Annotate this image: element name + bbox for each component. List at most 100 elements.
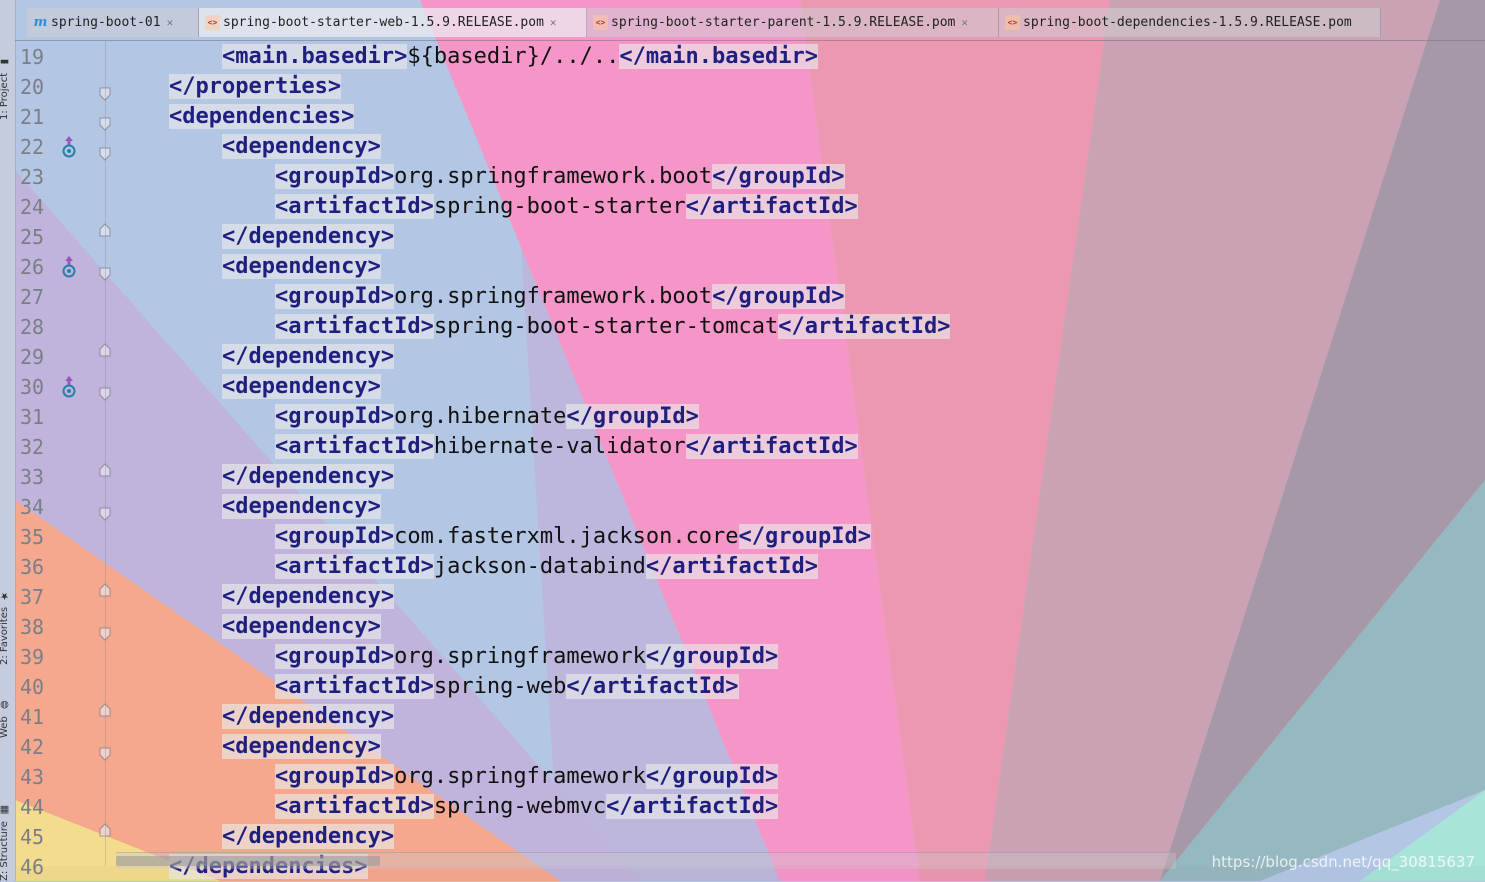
tab-spring-boot-dependencies-pom[interactable]: <> spring-boot-dependencies-1.5.9.RELEAS… — [999, 8, 1381, 37]
fold-guide-line — [105, 41, 106, 866]
scrollbar-thumb[interactable] — [116, 856, 380, 866]
xml-text-value: ${basedir}/../.. — [407, 44, 620, 69]
code-line[interactable]: </properties> — [116, 72, 342, 102]
code-line[interactable]: <dependency> — [116, 372, 381, 402]
folder-icon: ▬ — [0, 55, 10, 67]
line-number: 42 — [20, 735, 45, 759]
code-line[interactable]: <dependency> — [116, 132, 381, 162]
line-number: 21 — [20, 105, 45, 129]
code-line[interactable]: <artifactId>hibernate-validator</artifac… — [116, 432, 858, 462]
code-line[interactable]: <dependency> — [116, 492, 381, 522]
tool-window-web[interactable]: Web ◍ — [0, 690, 15, 738]
implemented-marker-icon[interactable] — [60, 372, 78, 402]
code-line[interactable]: </dependency> — [116, 822, 395, 852]
code-line[interactable]: </dependency> — [116, 582, 395, 612]
code-line[interactable]: <artifactId>jackson-databind</artifactId… — [116, 552, 819, 582]
xml-tag: <artifactId> — [274, 314, 434, 339]
code-line[interactable]: <main.basedir>${basedir}/../..</main.bas… — [116, 42, 819, 72]
tool-window-structure[interactable]: Z: Structure ▦ — [0, 770, 15, 881]
xml-tag: </artifactId> — [685, 434, 858, 459]
xml-tag: <artifactId> — [274, 434, 434, 459]
xml-file-icon: <> — [205, 15, 220, 30]
line-number: 37 — [20, 585, 45, 609]
code-line[interactable]: <groupId>org.springframework.boot</group… — [116, 282, 845, 312]
code-line[interactable]: <groupId>org.hibernate</groupId> — [116, 402, 699, 432]
tool-window-label: 2: Favorites — [0, 606, 10, 665]
globe-icon: ◍ — [0, 699, 10, 710]
line-number: 29 — [20, 345, 45, 369]
code-line[interactable]: <groupId>org.springframework</groupId> — [116, 642, 779, 672]
line-number: 46 — [20, 855, 45, 879]
xml-text-value: spring-boot-starter-tomcat — [433, 314, 779, 339]
code-line[interactable]: <groupId>org.springframework.boot</group… — [116, 162, 845, 192]
code-line[interactable]: </dependency> — [116, 222, 395, 252]
tool-window-project[interactable]: 1: Project ▬ — [0, 30, 15, 120]
code-line[interactable]: <artifactId>spring-boot-starter</artifac… — [116, 192, 858, 222]
code-line[interactable]: </dependency> — [116, 462, 395, 492]
tool-window-favorites[interactable]: 2: Favorites ★ — [0, 560, 15, 665]
xml-tag: </groupId> — [645, 764, 779, 789]
close-icon[interactable]: ✕ — [961, 16, 968, 29]
code-line[interactable]: <dependency> — [116, 732, 381, 762]
xml-tag: </groupId> — [712, 284, 845, 309]
tab-spring-boot-starter-web-pom[interactable]: <> spring-boot-starter-web-1.5.9.RELEASE… — [199, 8, 587, 37]
horizontal-scrollbar[interactable] — [116, 852, 1176, 869]
line-number: 26 — [20, 255, 45, 279]
line-number: 19 — [20, 45, 45, 69]
line-number: 27 — [20, 285, 45, 309]
xml-tag: <groupId> — [274, 404, 395, 429]
xml-tag: <artifactId> — [274, 554, 434, 579]
xml-tag: </dependency> — [221, 584, 395, 609]
code-line[interactable]: <dependencies> — [116, 102, 355, 132]
xml-text-value: org.springframework — [394, 644, 646, 669]
close-icon[interactable]: ✕ — [550, 16, 557, 29]
tab-spring-boot-starter-parent-pom[interactable]: <> spring-boot-starter-parent-1.5.9.RELE… — [587, 8, 999, 37]
implemented-marker-icon[interactable] — [60, 252, 78, 282]
code-line[interactable]: <groupId>org.springframework</groupId> — [116, 762, 779, 792]
star-icon: ★ — [0, 589, 10, 601]
tab-label: spring-boot-01 — [51, 15, 161, 30]
close-icon[interactable]: ✕ — [167, 16, 174, 29]
xml-tag: </artifactId> — [566, 674, 739, 699]
xml-tag: </dependency> — [221, 344, 395, 369]
code-line[interactable]: <artifactId>spring-webmvc</artifactId> — [116, 792, 779, 822]
line-number: 23 — [20, 165, 45, 189]
code-line[interactable]: </dependency> — [116, 342, 395, 372]
xml-file-icon: <> — [1005, 15, 1020, 30]
xml-text-value: org.springframework.boot — [394, 284, 713, 309]
tab-spring-boot-01[interactable]: m spring-boot-01 ✕ — [27, 8, 199, 37]
code-line[interactable]: <dependency> — [116, 612, 381, 642]
code-line[interactable]: <groupId>com.fasterxml.jackson.core</gro… — [116, 522, 871, 552]
line-number: 24 — [20, 195, 45, 219]
code-line[interactable]: <dependency> — [116, 252, 381, 282]
xml-tag: </groupId> — [738, 524, 871, 549]
xml-tag: </groupId> — [712, 164, 845, 189]
implemented-marker-icon[interactable] — [60, 132, 78, 162]
maven-module-icon: m — [33, 15, 48, 30]
xml-text-value: spring-web — [433, 674, 567, 699]
line-number: 39 — [20, 645, 45, 669]
code-line[interactable]: </dependency> — [116, 702, 395, 732]
line-number: 45 — [20, 825, 45, 849]
code-line[interactable]: <artifactId>spring-boot-starter-tomcat</… — [116, 312, 951, 342]
tool-window-label: 1: Project — [0, 72, 10, 120]
xml-text-value: hibernate-validator — [433, 434, 686, 459]
xml-tag: <groupId> — [274, 644, 395, 669]
watermark: https://blog.csdn.net/qq_30815637 — [1211, 853, 1475, 871]
code-line[interactable]: <artifactId>spring-web</artifactId> — [116, 672, 739, 702]
xml-tag: <groupId> — [274, 524, 395, 549]
xml-tag: </dependency> — [221, 224, 395, 249]
xml-tag: <main.basedir> — [221, 44, 408, 69]
code-editor[interactable]: <main.basedir>${basedir}/../..</main.bas… — [116, 41, 1476, 879]
line-number: 40 — [20, 675, 45, 699]
